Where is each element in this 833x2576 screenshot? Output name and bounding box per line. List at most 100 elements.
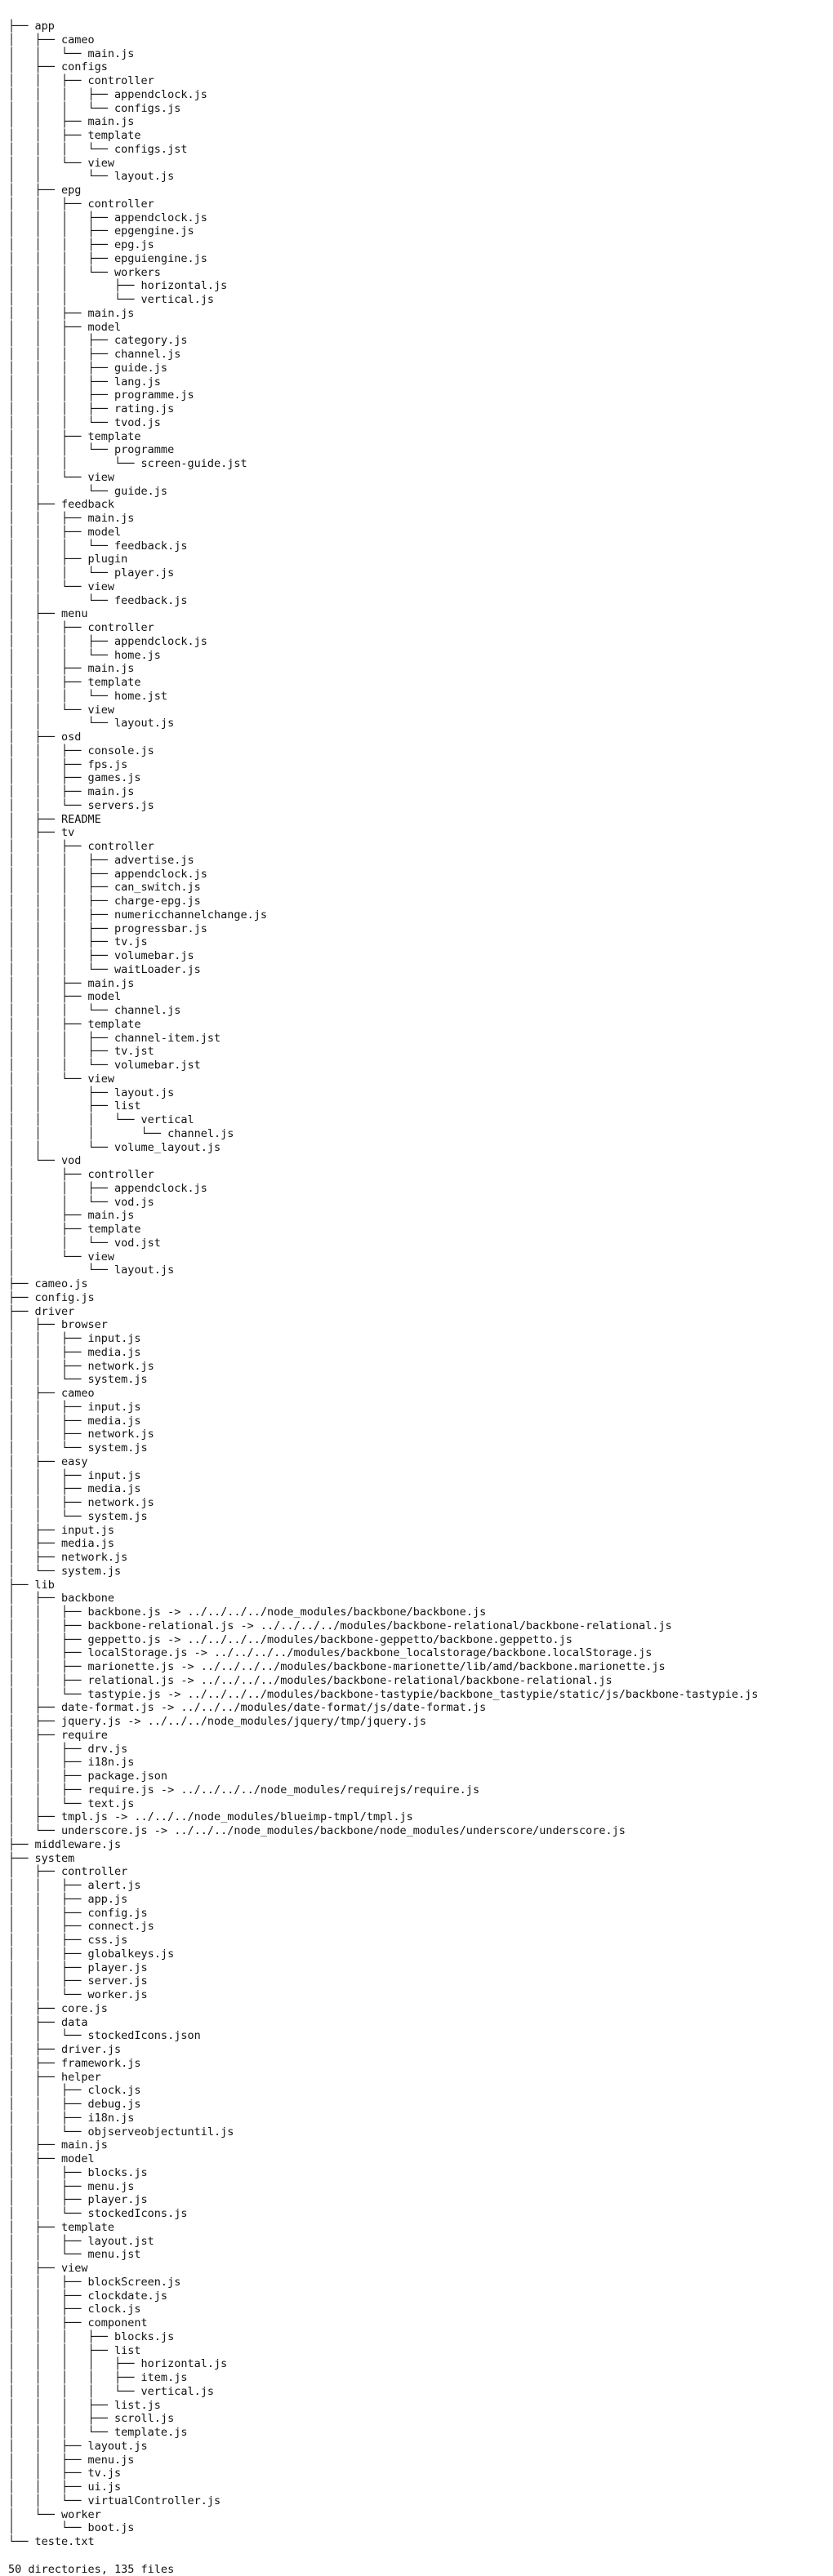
tree-line: │ ├── driver.js bbox=[8, 2043, 122, 2056]
tree-line: ├── lib bbox=[8, 1578, 55, 1592]
tree-line: └── teste.txt bbox=[8, 2535, 95, 2548]
tree-line: │ ├── cameo bbox=[8, 1387, 95, 1400]
tree-line: │ ├── backbone bbox=[8, 1592, 115, 1606]
tree-line: │ ├── browser bbox=[8, 1318, 108, 1332]
tree-line: │ │ ├── input.js bbox=[8, 1468, 141, 1482]
tree-line: │ ├── osd bbox=[8, 731, 82, 744]
tree-line: │ │ └── view bbox=[8, 156, 115, 170]
tree-line: ├── middleware.js bbox=[8, 1837, 122, 1851]
tree-line: │ ├── main.js bbox=[8, 1209, 135, 1223]
tree-line: │ └── underscore.js -> ../../../node_mod… bbox=[8, 1824, 626, 1837]
tree-line: ├── config.js bbox=[8, 1290, 95, 1304]
tree-line: │ │ ├── app.js bbox=[8, 1892, 128, 1906]
tree-line: │ │ │ ├── advertise.js bbox=[8, 853, 194, 867]
tree-line: │ │ │ ├── appendclock.js bbox=[8, 867, 207, 881]
tree-line: │ └── view bbox=[8, 1250, 115, 1264]
tree-line: │ │ └── text.js bbox=[8, 1797, 135, 1810]
tree-line: │ ├── network.js bbox=[8, 1551, 128, 1564]
tree-line: │ │ └── virtualController.js bbox=[8, 2494, 221, 2507]
tree-line: │ │ └── main.js bbox=[8, 47, 135, 60]
tree-line: │ │ ├── geppetto.js -> ../../../../modul… bbox=[8, 1632, 572, 1646]
tree-line: │ │ ├── tv.js bbox=[8, 2467, 122, 2481]
tree-line: │ │ └── volume_layout.js bbox=[8, 1140, 221, 1154]
tree-line: │ │ ├── marionette.js -> ../../../../mod… bbox=[8, 1660, 666, 1673]
tree-line: │ ├── input.js bbox=[8, 1523, 115, 1537]
tree-line: │ │ ├── layout.js bbox=[8, 2439, 148, 2453]
tree-line: │ │ ├── menu.js bbox=[8, 2179, 135, 2193]
tree-line: │ │ │ └── vertical bbox=[8, 1113, 194, 1126]
tree-line: │ ├── core.js bbox=[8, 2001, 108, 2015]
tree-line: │ │ └── view bbox=[8, 470, 115, 484]
tree-line: │ │ ├── connect.js bbox=[8, 1920, 154, 1934]
tree-line: │ │ │ ├── scroll.js bbox=[8, 2412, 175, 2426]
tree-line: │ │ ├── i18n.js bbox=[8, 1756, 135, 1770]
tree-line: │ ├── epg bbox=[8, 184, 82, 197]
tree-line: │ │ └── system.js bbox=[8, 1441, 148, 1455]
tree-line: │ │ │ └── tvod.js bbox=[8, 415, 161, 429]
tree-line: │ ├── jquery.js -> ../../../node_modules… bbox=[8, 1715, 427, 1728]
tree-line: │ │ │ ├── appendclock.js bbox=[8, 634, 207, 648]
tree-line: │ │ │ └── configs.js bbox=[8, 101, 181, 115]
tree-line: │ │ ├── i18n.js bbox=[8, 2111, 135, 2125]
tree-line: │ │ ├── globalkeys.js bbox=[8, 1947, 175, 1961]
tree-output: ├── app │ ├── cameo │ │ └── main.js │ ├── c… bbox=[8, 20, 758, 2576]
tree-line: │ │ │ │ ├── item.js bbox=[8, 2371, 188, 2384]
tree-line: │ │ ├── main.js bbox=[8, 512, 135, 525]
tree-line: │ │ │ ├── charge-epg.js bbox=[8, 895, 201, 908]
tree-line: │ │ ├── main.js bbox=[8, 976, 135, 990]
tree-line: │ │ │ ├── category.js bbox=[8, 334, 188, 348]
tree-line: │ │ ├── media.js bbox=[8, 1482, 141, 1496]
tree-line: │ │ │ └── player.js bbox=[8, 566, 175, 580]
tree-line: │ │ ├── list bbox=[8, 1099, 141, 1113]
tree-line: │ │ └── feedback.js bbox=[8, 593, 188, 607]
tree-line: │ │ ├── blockScreen.js bbox=[8, 2275, 181, 2289]
tree-line: │ │ └── view bbox=[8, 580, 115, 593]
tree-line: │ │ │ └── programme bbox=[8, 443, 175, 457]
tree-line: │ │ ├── blocks.js bbox=[8, 2165, 148, 2179]
tree-line: │ │ ├── model bbox=[8, 320, 122, 334]
tree-line: │ │ └── tastypie.js -> ../../../../modul… bbox=[8, 1687, 759, 1701]
tree-line: │ ├── media.js bbox=[8, 1537, 115, 1551]
tree-line: │ ├── tv bbox=[8, 826, 75, 840]
tree-line: │ │ └── layout.js bbox=[8, 170, 175, 184]
tree-line: │ ├── menu bbox=[8, 607, 88, 621]
tree-line: │ │ ├── appendclock.js bbox=[8, 1181, 207, 1195]
tree-line: │ │ ├── media.js bbox=[8, 1345, 141, 1359]
tree-line: │ │ │ ├── appendclock.js bbox=[8, 211, 207, 224]
tree-line: │ │ │ ├── volumebar.js bbox=[8, 949, 194, 962]
tree-line: │ │ ├── clock.js bbox=[8, 2303, 141, 2316]
tree-line: │ │ ├── debug.js bbox=[8, 2098, 141, 2111]
tree-line: │ │ │ ├── epguiengine.js bbox=[8, 251, 207, 265]
tree-line: │ │ ├── network.js bbox=[8, 1496, 154, 1509]
tree-line: │ │ │ ├── epg.js bbox=[8, 238, 154, 251]
tree-line: │ │ │ ├── programme.js bbox=[8, 389, 194, 402]
tree-line: │ ├── data bbox=[8, 2015, 88, 2029]
tree-line: │ │ │ └── template.js bbox=[8, 2426, 188, 2439]
tree-line: │ ├── framework.js bbox=[8, 2056, 141, 2070]
tree-line: │ ├── template bbox=[8, 2220, 115, 2234]
tree-line: │ └── layout.js bbox=[8, 1264, 175, 1277]
tree-line: │ │ └── view bbox=[8, 703, 115, 717]
tree-line: │ │ └── stockedIcons.js bbox=[8, 2207, 188, 2220]
tree-line: │ │ ├── template bbox=[8, 429, 141, 443]
tree-summary: 50 directories, 135 files bbox=[8, 2562, 175, 2576]
tree-line: │ │ │ │ └── vertical.js bbox=[8, 2384, 214, 2398]
tree-line: │ │ └── system.js bbox=[8, 1509, 148, 1523]
tree-line: │ │ └── stockedIcons.json bbox=[8, 2029, 201, 2043]
tree-line: │ └── boot.js bbox=[8, 2521, 135, 2535]
tree-line: │ │ │ └── channel.js bbox=[8, 1126, 234, 1140]
tree-line: │ │ │ ├── rating.js bbox=[8, 402, 175, 415]
tree-line: │ │ ├── ui.js bbox=[8, 2481, 122, 2494]
tree-line: │ │ └── vod.js bbox=[8, 1195, 154, 1209]
tree-line: │ ├── helper bbox=[8, 2070, 101, 2084]
tree-line: │ │ │ ├── epgengine.js bbox=[8, 224, 194, 238]
tree-line: │ └── vod bbox=[8, 1154, 82, 1168]
tree-line: │ │ │ └── vertical.js bbox=[8, 293, 214, 306]
tree-line: │ │ ├── controller bbox=[8, 840, 154, 853]
tree-line: │ │ ├── backbone.js -> ../../../../node_… bbox=[8, 1606, 487, 1619]
tree-line: │ └── worker bbox=[8, 2507, 101, 2521]
tree-line: │ │ │ ├── can_switch.js bbox=[8, 881, 201, 895]
tree-line: │ │ ├── template bbox=[8, 676, 141, 689]
tree-line: │ ├── controller bbox=[8, 1865, 128, 1879]
tree-line: ├── cameo.js bbox=[8, 1277, 88, 1290]
